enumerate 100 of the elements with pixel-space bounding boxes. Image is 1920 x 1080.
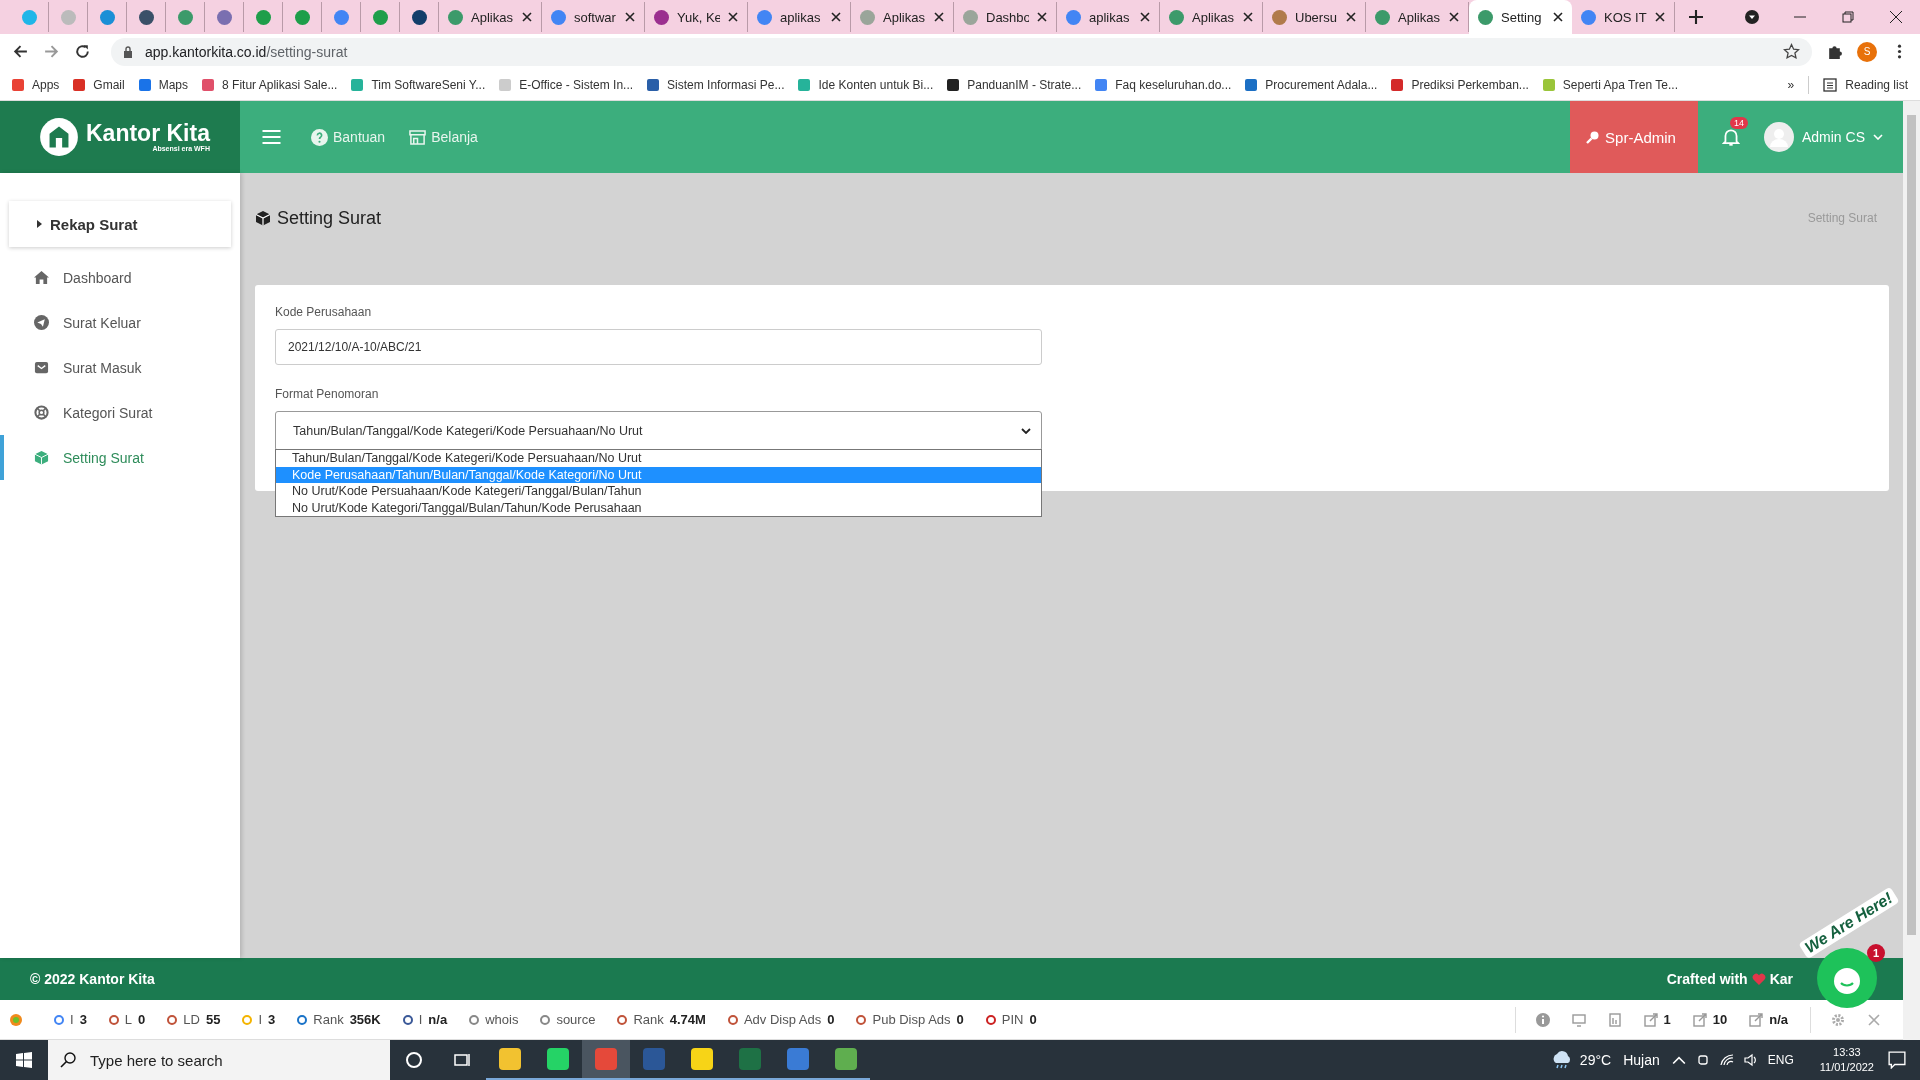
bookmark[interactable]: Prediksi Perkemban...	[1391, 77, 1529, 92]
browser-tab[interactable]: Aplikas	[1366, 2, 1469, 32]
seo-metric[interactable]: LD 55	[167, 1012, 221, 1027]
seo-metric[interactable]: I n/a	[402, 1012, 448, 1027]
seo-metric[interactable]: source	[540, 1012, 596, 1027]
search-input[interactable]: Type here to search	[88, 1050, 342, 1070]
forward-icon[interactable]	[43, 43, 60, 60]
link-icon	[1643, 1012, 1658, 1027]
seo-metric[interactable]: 10	[1692, 1012, 1728, 1027]
browser-tab[interactable]: softwar	[542, 2, 645, 32]
browser-tab[interactable]: aplikas	[748, 2, 851, 32]
close-icon[interactable]	[625, 12, 635, 22]
bell-icon[interactable]	[1721, 127, 1740, 147]
link-icon	[1749, 1012, 1764, 1027]
store-icon	[409, 128, 427, 146]
question-icon	[311, 128, 328, 146]
scrollbar[interactable]	[1903, 101, 1920, 1040]
field-label: Kode Perusahaan	[275, 305, 373, 319]
star-icon[interactable]	[1783, 43, 1800, 60]
house-logo-icon	[38, 116, 80, 158]
close-icon[interactable]	[831, 12, 841, 22]
cortana-icon[interactable]	[404, 1050, 424, 1070]
meet-icon[interactable]	[1695, 1053, 1710, 1067]
lock-icon	[123, 45, 133, 58]
heart-icon	[1751, 973, 1766, 985]
reload-icon[interactable]	[74, 43, 91, 60]
bookmark[interactable]: Seperti Apa Tren Te...	[1542, 77, 1678, 92]
seo-metric[interactable]: Rank 356K	[297, 1012, 381, 1027]
bookmark[interactable]: 8 Fitur Aplikasi Sale...	[202, 77, 338, 92]
link-icon	[1692, 1012, 1707, 1027]
close-icon[interactable]	[1243, 12, 1253, 22]
wifi-icon[interactable]	[1719, 1053, 1734, 1067]
address-field[interactable]: app.kantorkita.co.id/setting-surat	[111, 37, 1812, 66]
seo-metric[interactable]: Pub Disp Ads 0	[856, 1012, 964, 1027]
seo-metric[interactable]: 1	[1643, 1012, 1671, 1027]
sidebar-item[interactable]: Dashboard	[0, 255, 240, 300]
search-icon	[1586, 130, 1601, 144]
admin-button[interactable]: Spr-Admin	[1570, 101, 1698, 173]
close-icon[interactable]	[1449, 12, 1459, 22]
reading-list-button[interactable]: Reading list	[1823, 77, 1908, 92]
bookmark[interactable]: Tim SoftwareSeni Y...	[351, 77, 486, 92]
bookmark[interactable]: Maps	[138, 77, 189, 92]
close-icon[interactable]	[934, 12, 944, 22]
bookmark[interactable]: Faq keseluruhan.do...	[1095, 77, 1232, 92]
windows-icon[interactable]	[16, 1052, 32, 1068]
speaker-icon[interactable]	[1743, 1053, 1758, 1067]
taskbar-search-field[interactable]: Type here to search	[48, 1040, 390, 1080]
notification-icon[interactable]	[1888, 1051, 1906, 1069]
bookmark[interactable]: Gmail	[73, 77, 125, 92]
section-header[interactable]: Rekap Surat	[9, 201, 231, 247]
caret-right-icon	[37, 220, 42, 228]
close-icon[interactable]	[1346, 12, 1356, 22]
close-icon[interactable]	[522, 12, 532, 22]
seo-metric[interactable]: Rank 4.74M	[617, 1012, 706, 1027]
close-icon[interactable]	[1888, 9, 1904, 25]
bookmark[interactable]: PanduanIM - Strate...	[947, 77, 1082, 92]
dropdown-option[interactable]: Tahun/Bulan/Tanggal/Kode Kategeri/Kode Persuahaan/No Urut	[276, 450, 1041, 467]
more-bookmarks-button[interactable]: »	[1787, 77, 1795, 92]
seo-metric[interactable]: L 0	[108, 1012, 146, 1027]
dropdown-icon[interactable]	[1744, 9, 1760, 25]
sidebar-item[interactable]: Surat Keluar	[0, 300, 240, 345]
company-code-field[interactable]: 2021/12/10/A-10/ABC/21	[275, 329, 1042, 365]
seo-metric[interactable]: Adv Disp Ads 0	[727, 1012, 835, 1027]
browser-tab[interactable]: Setting	[1469, 0, 1572, 34]
seo-metric[interactable]: I 3	[54, 1012, 87, 1027]
seo-metric[interactable]: I 3	[242, 1012, 276, 1027]
info-icon[interactable]	[1535, 1012, 1550, 1027]
dropdown-option[interactable]: No Urut/Kode Kategori/Tanggal/Bulan/Tahun/Kode Perusahaan	[276, 499, 1041, 516]
crafted-text: Crafted with	[1666, 971, 1748, 987]
browser-tab[interactable]: Ubersu	[1263, 2, 1366, 32]
bookmark[interactable]: Apps	[12, 77, 60, 92]
close-icon[interactable]	[1140, 12, 1150, 22]
browser-tab[interactable]: Aplikas	[851, 2, 954, 32]
close-icon[interactable]	[1037, 12, 1047, 22]
seo-metric[interactable]: PIN 0	[985, 1012, 1037, 1027]
language-indicator[interactable]: ENG	[1767, 1053, 1794, 1067]
bookmark[interactable]: Procurement Adala...	[1245, 77, 1378, 92]
puzzle-icon[interactable]	[1826, 43, 1843, 60]
clock[interactable]: 13:33 11/01/2022	[1819, 1045, 1874, 1075]
browser-tab[interactable]: KOS IT	[1572, 2, 1675, 32]
browser-tab[interactable]: Aplikas	[1160, 2, 1263, 32]
envelope-icon	[34, 360, 49, 375]
plus-icon[interactable]	[1689, 10, 1703, 24]
close-icon[interactable]	[1553, 12, 1563, 22]
restore-icon[interactable]	[1840, 9, 1856, 25]
close-icon[interactable]	[1655, 12, 1665, 22]
bookmark[interactable]: Sistem Informasi Pe...	[647, 77, 785, 92]
seo-metric[interactable]: whois	[469, 1012, 519, 1027]
dropdown-option[interactable]: No Urut/Kode Persuahaan/Kode Kategeri/Tanggal/Bulan/Tahun	[276, 483, 1041, 500]
cube-icon	[255, 210, 271, 226]
back-icon[interactable]	[12, 43, 29, 60]
seo-metric[interactable]: n/a	[1749, 1012, 1788, 1027]
browser-tab[interactable]: aplikas	[1057, 2, 1160, 32]
sidebar-item[interactable]: Surat Masuk	[0, 345, 240, 390]
browser-tab[interactable]: Aplikas	[439, 2, 542, 32]
lifebuoy-icon	[34, 405, 49, 420]
close-icon[interactable]	[728, 12, 738, 22]
bookmark[interactable]: Ide Konten untuk Bi...	[798, 77, 934, 92]
bookmark[interactable]: E-Office - Sistem In...	[499, 77, 634, 92]
sidebar-item[interactable]: Kategori Surat	[0, 390, 240, 435]
